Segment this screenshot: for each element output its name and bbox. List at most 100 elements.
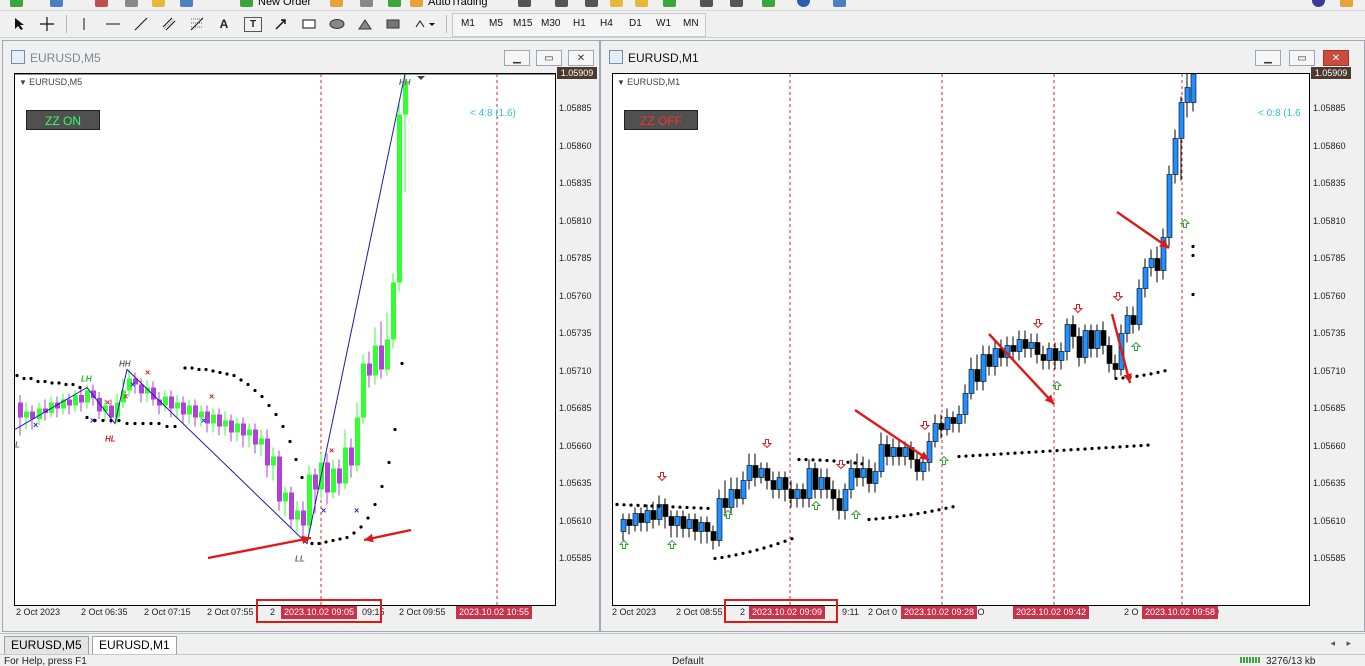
- timeframe-m15-button[interactable]: M15: [510, 16, 535, 32]
- sar-dot: [36, 379, 40, 384]
- chart-shift-icon[interactable]: [730, 0, 743, 7]
- bullish-candle: [1142, 267, 1149, 289]
- time-axis[interactable]: 2 Oct 20232 Oct 08:5529:112 Oct 02 O9:43…: [612, 599, 1308, 623]
- profiles-icon[interactable]: [50, 0, 63, 7]
- maximize-button[interactable]: ▭: [1289, 50, 1315, 66]
- more-tools-dropdown-icon[interactable]: [412, 14, 438, 34]
- tab-eurusd-m5[interactable]: EURUSD,M5: [4, 636, 89, 655]
- price-tick-label: 1.05810: [559, 215, 592, 226]
- triangle-icon[interactable]: [356, 14, 374, 34]
- fibonacci-icon[interactable]: [188, 14, 206, 34]
- new-order-button[interactable]: New Order: [258, 0, 311, 8]
- price-axis[interactable]: 1.05909 1.05885 1.05860 1.05835 1.05810 1.05…: [555, 67, 599, 604]
- horizontal-line-icon[interactable]: [104, 14, 122, 34]
- autotrading-icon[interactable]: [410, 0, 423, 7]
- line-chart-icon[interactable]: [585, 0, 598, 7]
- sar-dot: [1132, 444, 1136, 448]
- time-tick-label: 2 Oct 06:35: [81, 607, 128, 617]
- sar-dot: [720, 555, 724, 560]
- periods-icon[interactable]: [797, 0, 810, 7]
- bearish-candle: [800, 489, 807, 499]
- terminal-icon[interactable]: [180, 0, 193, 7]
- bullish-candle: [295, 510, 300, 520]
- rectangle-icon[interactable]: [300, 14, 318, 34]
- bullish-candle: [307, 474, 312, 526]
- time-axis[interactable]: 2 Oct 2023 2 Oct 06:35 2 Oct 07:15 2 Oct 07…: [14, 599, 554, 623]
- zoom-in-icon[interactable]: [610, 0, 623, 7]
- candle-chart-icon[interactable]: [555, 0, 568, 7]
- new-chart-icon[interactable]: [10, 0, 23, 7]
- vertical-line-icon[interactable]: [76, 14, 92, 34]
- chart-plot-area[interactable]: × × × × × × × × × × × HH LH HH HL L LL ▼ EURUSD,M5 ZZ ON…: [14, 73, 556, 606]
- autoscroll-icon[interactable]: [700, 0, 713, 7]
- timeframe-d1-button[interactable]: D1: [626, 16, 645, 32]
- autotrading-button[interactable]: AutoTrading: [428, 0, 488, 8]
- metaeditor-icon[interactable]: [330, 0, 343, 7]
- trendline-icon[interactable]: [132, 14, 150, 34]
- chart-window-titlebar[interactable]: EURUSD,M5 ▁ ▭ ✕: [3, 41, 599, 71]
- price-tick-label: 1.05785: [1313, 253, 1346, 263]
- time-tick-label: 2 Oct 09:55: [399, 607, 446, 617]
- bullish-candle: [397, 114, 402, 283]
- sar-dot: [43, 379, 47, 384]
- timeframe-m5-button[interactable]: M5: [486, 16, 506, 32]
- bearish-candle: [824, 477, 831, 490]
- zigzag-toggle-button[interactable]: ZZ OFF: [624, 110, 698, 130]
- chart-window-titlebar[interactable]: EURUSD,M1 ▁ ▭ ✕: [601, 41, 1364, 71]
- new-order-icon[interactable]: [240, 0, 253, 7]
- bearish-candle: [79, 395, 84, 403]
- minimize-button[interactable]: ▁: [1255, 50, 1281, 66]
- bearish-candle: [974, 369, 981, 382]
- sar-dot: [117, 418, 121, 423]
- market-watch-icon[interactable]: [95, 0, 108, 7]
- sar-dot: [783, 539, 787, 543]
- close-button[interactable]: ✕: [1323, 50, 1349, 66]
- minimize-button[interactable]: ▁: [504, 50, 530, 66]
- bullish-candle: [1148, 258, 1155, 268]
- chart-window-m5[interactable]: EURUSD,M5 ▁ ▭ ✕ × × × × × × × × × × × HH LH HH HL L LL ▼…: [2, 40, 600, 632]
- sar-dot: [246, 382, 250, 387]
- close-button[interactable]: ✕: [568, 50, 594, 66]
- current-price-box: 1.05909: [1311, 67, 1351, 79]
- favorites-icon[interactable]: [152, 0, 165, 7]
- arrow-mark-icon[interactable]: [272, 14, 290, 34]
- tile-windows-icon[interactable]: [663, 0, 676, 7]
- equidistant-channel-icon[interactable]: [160, 14, 178, 34]
- sar-dot: [1069, 448, 1073, 452]
- bearish-candle: [313, 474, 318, 490]
- box-shape-icon[interactable]: [384, 14, 402, 34]
- crosshair-icon[interactable]: [38, 14, 56, 34]
- scroll-right-icon[interactable]: ▸: [1346, 638, 1351, 649]
- account-icon[interactable]: [1312, 0, 1325, 7]
- sar-dot: [183, 366, 187, 370]
- scroll-left-icon[interactable]: ◂: [1330, 638, 1335, 649]
- bearish-candle: [1040, 354, 1047, 361]
- annotation-arrow: [1116, 211, 1170, 249]
- signals-icon[interactable]: [388, 0, 401, 7]
- chart-window-m1[interactable]: EURUSD,M1 ▁ ▭ ✕ ▼ EURUSD,M1 ZZ OFF < 0:8…: [600, 40, 1365, 632]
- timeframe-m30-button[interactable]: M30: [538, 16, 563, 32]
- chat-icon[interactable]: [1340, 0, 1353, 7]
- timeframe-w1-button[interactable]: W1: [653, 16, 674, 32]
- timeframe-mn-button[interactable]: MN: [680, 16, 702, 32]
- indicators-icon[interactable]: [762, 0, 775, 7]
- zigzag-toggle-button[interactable]: ZZ ON: [26, 110, 100, 130]
- chart-plot-area[interactable]: ▼ EURUSD,M1 ZZ OFF < 0:8 (1.6: [612, 73, 1310, 606]
- ellipse-icon[interactable]: [328, 14, 346, 34]
- cursor-icon[interactable]: [10, 14, 28, 34]
- options-icon[interactable]: [360, 0, 373, 7]
- timeframe-h1-button[interactable]: H1: [570, 16, 589, 32]
- bar-chart-icon[interactable]: [518, 0, 531, 7]
- zoom-out-icon[interactable]: [635, 0, 648, 7]
- maximize-button[interactable]: ▭: [536, 50, 562, 66]
- text-tool-icon[interactable]: A: [216, 14, 232, 34]
- bar-countdown-label: < 4:8 (1.6): [470, 108, 516, 119]
- templates-icon[interactable]: [833, 0, 846, 7]
- navigator-icon[interactable]: [125, 0, 138, 7]
- bullish-candle: [1172, 138, 1179, 175]
- timeframe-m1-button[interactable]: M1: [458, 16, 478, 32]
- text-label-icon[interactable]: T: [244, 17, 262, 32]
- tab-eurusd-m1[interactable]: EURUSD,M1: [92, 636, 177, 655]
- timeframe-h4-button[interactable]: H4: [597, 16, 616, 32]
- price-axis[interactable]: 1.05909 1.05885 1.05860 1.05835 1.05810 1.05…: [1309, 67, 1361, 604]
